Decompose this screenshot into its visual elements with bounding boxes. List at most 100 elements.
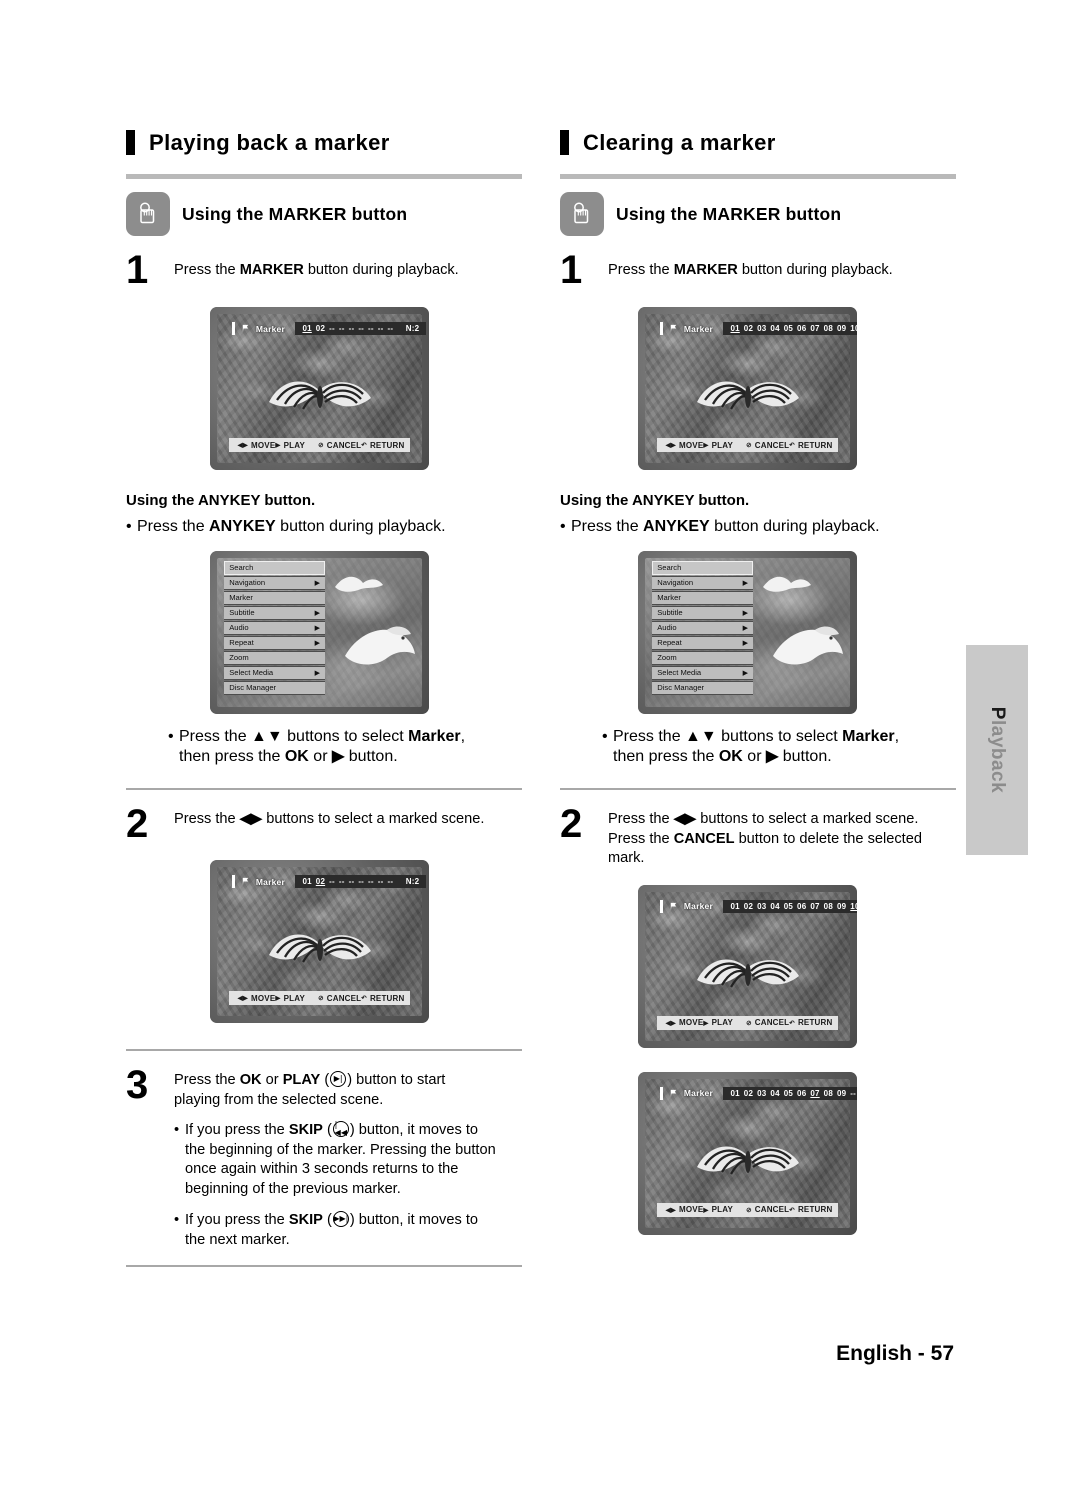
anykey-menu-item[interactable]: Marker — [224, 590, 325, 605]
guide-item[interactable]: ▶ PLAY — [703, 1205, 733, 1214]
guide-item[interactable]: ↶ RETURN — [789, 1018, 832, 1027]
anykey-menu-item[interactable]: Repeat ▶ — [224, 635, 325, 650]
guide-item[interactable]: ◀▶ MOVE — [238, 994, 276, 1003]
anykey-menu-item[interactable]: Subtitle ▶ — [652, 605, 753, 620]
anykey-menu-item[interactable]: Marker — [652, 590, 753, 605]
marker-number[interactable]: -- — [338, 877, 345, 886]
marker-number[interactable]: 03 — [757, 324, 767, 333]
guide-item[interactable]: ⊘ CANCEL — [746, 1018, 789, 1027]
marker-number[interactable]: -- — [358, 324, 365, 333]
marker-number[interactable]: -- — [348, 324, 355, 333]
marker-number[interactable]: 08 — [823, 324, 833, 333]
guide-item[interactable]: ◀▶ MOVE — [666, 441, 704, 450]
r-step1-before: Press the — [608, 262, 674, 278]
step1-text-before: Press the — [174, 262, 240, 278]
anykey-menu-item[interactable]: Select Media ▶ — [224, 665, 325, 680]
marker-number[interactable]: 03 — [757, 1089, 767, 1098]
anykey-menu-item[interactable]: Disc Manager — [224, 680, 325, 695]
marker-number[interactable]: 02 — [315, 324, 325, 333]
marker-number[interactable]: 07 — [810, 324, 820, 333]
guide-item[interactable]: ▶ PLAY — [275, 994, 305, 1003]
marker-number[interactable]: 01 — [302, 324, 312, 333]
guide-label: CANCEL — [326, 993, 362, 1003]
marker-number[interactable]: -- — [368, 877, 375, 886]
osd-label: Marker — [255, 876, 285, 887]
marker-number[interactable]: -- — [338, 324, 345, 333]
guide-item[interactable]: ↶ RETURN — [789, 441, 832, 450]
anykey-menu-item[interactable]: Disc Manager — [652, 680, 753, 695]
marker-number-list: 010203040506070809--N:9 — [722, 1086, 857, 1100]
guide-item[interactable]: ◀▶ MOVE — [666, 1205, 704, 1214]
guide-item[interactable]: ⊘ CANCEL — [318, 441, 361, 450]
marker-number[interactable]: 04 — [770, 324, 780, 333]
anykey-menu-item[interactable]: Subtitle ▶ — [224, 605, 325, 620]
anykey-menu-item[interactable]: Audio ▶ — [224, 620, 325, 635]
anykey-menu-item[interactable]: Audio ▶ — [652, 620, 753, 635]
anykey-menu-item[interactable]: Select Media ▶ — [652, 665, 753, 680]
marker-number[interactable]: 07 — [810, 902, 820, 911]
guide-item[interactable]: ↶ RETURN — [361, 994, 404, 1003]
marker-number[interactable]: 01 — [730, 324, 740, 333]
guide-label: RETURN — [369, 440, 405, 450]
marker-number[interactable]: 10 — [850, 902, 857, 911]
marker-number[interactable]: 05 — [783, 1089, 793, 1098]
marker-number[interactable]: -- — [387, 877, 394, 886]
guide-item[interactable]: ▶ PLAY — [703, 1018, 733, 1027]
s3t4: PLAY — [282, 1072, 321, 1088]
marker-number[interactable]: -- — [368, 324, 375, 333]
marker-number[interactable]: 02 — [743, 902, 753, 911]
guide-item[interactable]: ▶ PLAY — [275, 441, 305, 450]
marker-number[interactable]: 05 — [783, 902, 793, 911]
marker-number[interactable]: -- — [358, 877, 365, 886]
guide-item[interactable]: ⊘ CANCEL — [746, 1205, 789, 1214]
guide-item[interactable]: ◀▶ MOVE — [666, 1018, 704, 1027]
marker-number[interactable]: 02 — [743, 324, 753, 333]
anykey-menu-item[interactable]: Search — [224, 560, 325, 575]
osd-label: Marker — [683, 323, 713, 334]
chevron-right-icon: ▶ — [742, 609, 748, 617]
marker-number[interactable]: 01 — [302, 877, 312, 886]
marker-number[interactable]: -- — [377, 877, 384, 886]
anykey-menu-item[interactable]: Repeat ▶ — [652, 635, 753, 650]
marker-number[interactable]: -- — [348, 877, 355, 886]
marker-number[interactable]: 05 — [783, 324, 793, 333]
marker-number[interactable]: 06 — [797, 324, 807, 333]
marker-number[interactable]: 01 — [730, 902, 740, 911]
guide-item[interactable]: ↶ RETURN — [789, 1205, 832, 1214]
b2e: the next marker. — [185, 1231, 290, 1248]
guide-item[interactable]: ▶ PLAY — [703, 441, 733, 450]
osd-tick — [659, 322, 663, 336]
marker-number[interactable]: 01 — [730, 1089, 740, 1098]
marker-number[interactable]: -- — [329, 324, 336, 333]
marker-number[interactable]: 08 — [823, 1089, 833, 1098]
marker-number[interactable]: 09 — [836, 324, 846, 333]
anykey-menu-item[interactable]: Search — [652, 560, 753, 575]
anykey-menu-item[interactable]: Navigation ▶ — [652, 575, 753, 590]
marker-number[interactable]: 02 — [743, 1089, 753, 1098]
marker-number[interactable]: 06 — [797, 1089, 807, 1098]
butterfly-image — [268, 381, 371, 410]
marker-number[interactable]: 04 — [770, 902, 780, 911]
guide-item[interactable]: ⊘ CANCEL — [746, 441, 789, 450]
marker-number[interactable]: -- — [329, 877, 336, 886]
marker-number[interactable]: 04 — [770, 1089, 780, 1098]
marker-number[interactable]: 02 — [315, 877, 325, 886]
marker-number[interactable]: 06 — [797, 902, 807, 911]
marker-number[interactable]: 07 — [810, 1089, 820, 1098]
marker-number[interactable]: 10 — [850, 324, 857, 333]
marker-number[interactable]: 09 — [836, 1089, 846, 1098]
marker-number[interactable]: -- — [387, 324, 394, 333]
anykey-menu-item[interactable]: Navigation ▶ — [224, 575, 325, 590]
guide-item[interactable]: ◀▶ MOVE — [238, 441, 276, 450]
anykey-menu-item[interactable]: Zoom — [224, 650, 325, 665]
guide-item[interactable]: ⊘ CANCEL — [318, 994, 361, 1003]
guide-label: CANCEL — [326, 440, 362, 450]
butterfly-image — [268, 934, 371, 963]
marker-number[interactable]: 03 — [757, 902, 767, 911]
guide-item[interactable]: ↶ RETURN — [361, 441, 404, 450]
marker-number[interactable]: 08 — [823, 902, 833, 911]
marker-number[interactable]: -- — [850, 1089, 857, 1098]
marker-number[interactable]: -- — [377, 324, 384, 333]
anykey-menu-item[interactable]: Zoom — [652, 650, 753, 665]
marker-number[interactable]: 09 — [836, 902, 846, 911]
